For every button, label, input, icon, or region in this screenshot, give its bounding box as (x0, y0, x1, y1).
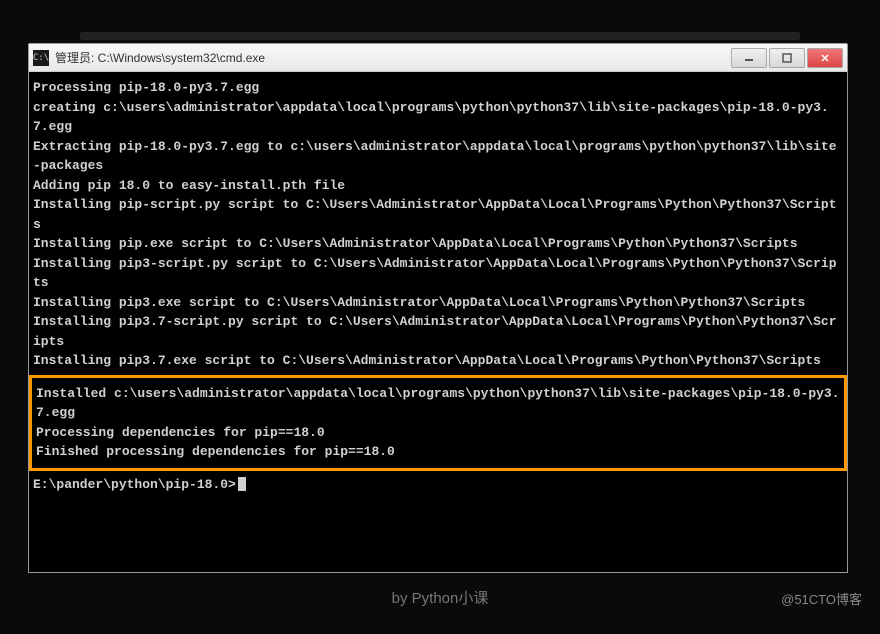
terminal-output-line: creating c:\users\administrator\appdata\… (33, 98, 843, 137)
highlighted-output: Installed c:\users\administrator\appdata… (29, 375, 847, 471)
terminal-output-line: Installed c:\users\administrator\appdata… (36, 384, 840, 423)
cursor-icon (238, 477, 246, 491)
terminal-output-line: Installing pip-script.py script to C:\Us… (33, 195, 843, 234)
terminal-body[interactable]: Processing pip-18.0-py3.7.egg creating c… (29, 72, 847, 572)
cmd-icon: C:\ (33, 50, 49, 66)
window-title: 管理员: C:\Windows\system32\cmd.exe (55, 49, 731, 66)
title-bar[interactable]: C:\ 管理员: C:\Windows\system32\cmd.exe (29, 44, 847, 72)
minimize-button[interactable] (731, 48, 767, 68)
prompt-text: E:\pander\python\pip-18.0> (33, 477, 236, 492)
watermark-center: by Python小课 (392, 587, 489, 608)
watermark-right: @51CTO博客 (781, 589, 862, 608)
cmd-window: C:\ 管理员: C:\Windows\system32\cmd.exe Pro… (28, 43, 848, 573)
terminal-output-line: Processing pip-18.0-py3.7.egg (33, 78, 843, 98)
terminal-output-line: Installing pip3.exe script to C:\Users\A… (33, 293, 843, 313)
terminal-output-line: Processing dependencies for pip==18.0 (36, 423, 840, 443)
terminal-output-line: Installing pip3.7-script.py script to C:… (33, 312, 843, 351)
background-tab-shadow (80, 32, 800, 40)
close-button[interactable] (807, 48, 843, 68)
maximize-button[interactable] (769, 48, 805, 68)
terminal-output-line: Installing pip3-script.py script to C:\U… (33, 254, 843, 293)
terminal-output-line: Adding pip 18.0 to easy-install.pth file (33, 176, 843, 196)
terminal-output-line: Installing pip.exe script to C:\Users\Ad… (33, 234, 843, 254)
terminal-output-line: Extracting pip-18.0-py3.7.egg to c:\user… (33, 137, 843, 176)
terminal-output-line: Finished processing dependencies for pip… (36, 442, 840, 462)
terminal-prompt[interactable]: E:\pander\python\pip-18.0> (33, 475, 843, 495)
window-controls (731, 48, 843, 68)
terminal-output-line: Installing pip3.7.exe script to C:\Users… (33, 351, 843, 371)
